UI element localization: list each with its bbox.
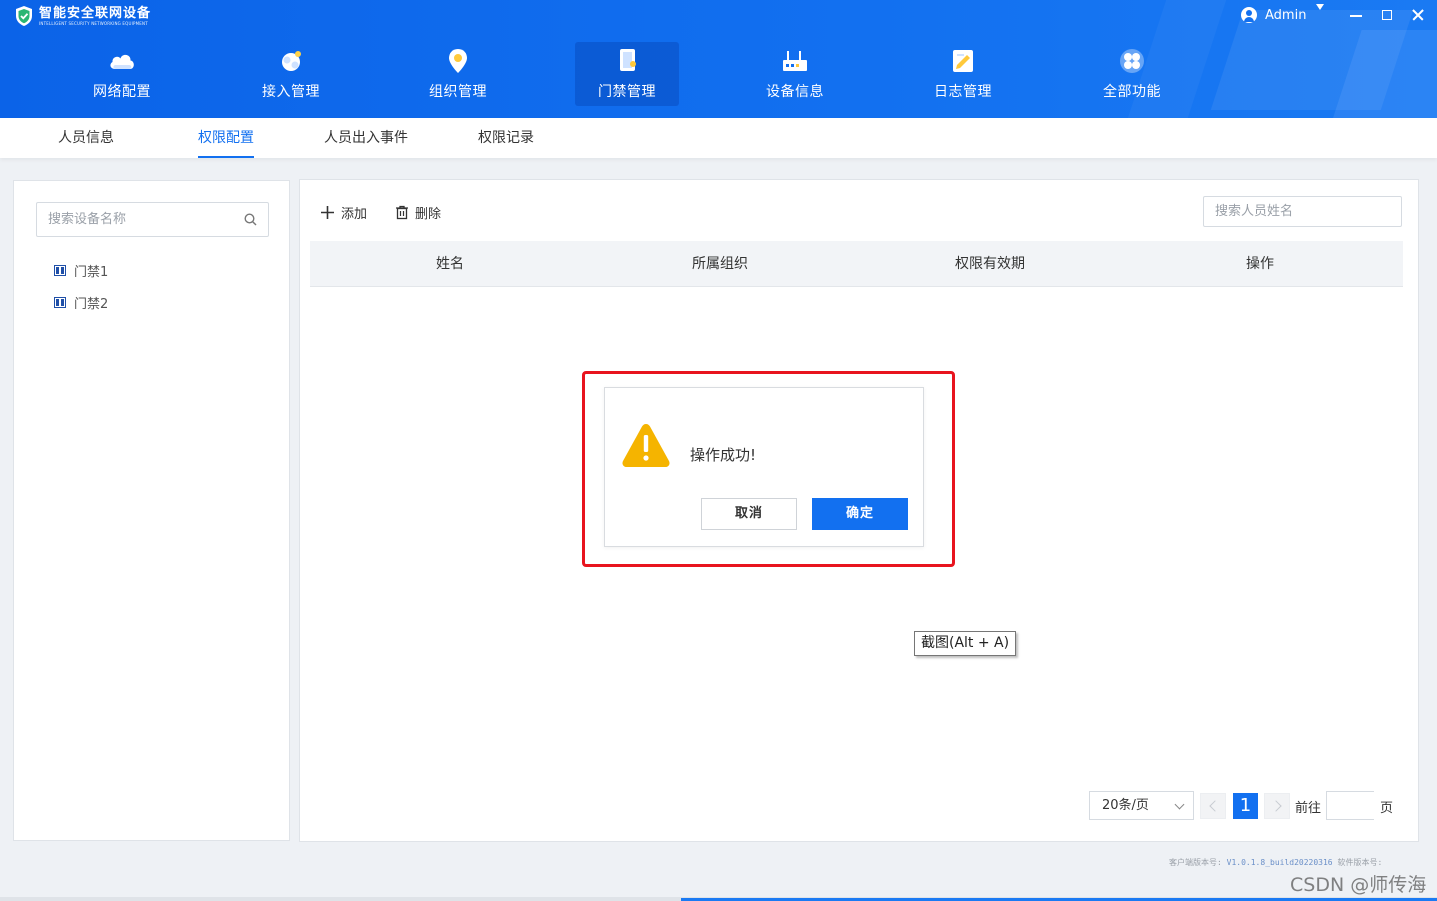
tree-item-label: 门禁2 <box>74 296 109 312</box>
page-suffix-label: 页 <box>1380 801 1394 816</box>
search-icon[interactable] <box>244 213 257 226</box>
maximize-button[interactable] <box>1379 7 1395 23</box>
nav-item-device-info[interactable]: 设备信息 <box>743 42 847 106</box>
dialog-message: 操作成功! <box>690 446 757 464</box>
client-version-label: 客户端版本号: <box>1169 858 1222 867</box>
cancel-button[interactable]: 取消 <box>701 498 797 530</box>
nav-label: 全部功能 <box>1103 84 1161 100</box>
app-subtitle: INTELLIGENT SECURITY NETWORKING EQUIPMEN… <box>39 21 148 26</box>
tab-permission-records[interactable]: 权限记录 <box>478 118 534 158</box>
add-button-label: 添加 <box>341 206 368 222</box>
user-name: Admin <box>1265 7 1307 23</box>
table-header: 姓名 所属组织 权限有效期 操作 <box>310 241 1403 287</box>
nav-label: 接入管理 <box>262 84 320 100</box>
app-title: 智能安全联网设备 <box>39 6 152 21</box>
add-button[interactable]: 添加 <box>320 203 368 222</box>
nav-label: 设备信息 <box>766 84 824 100</box>
access-icon <box>282 51 301 71</box>
user-avatar-icon <box>1241 7 1257 23</box>
goto-label: 前往 <box>1295 801 1322 816</box>
nav-item-door-access[interactable]: 门禁管理 <box>575 42 679 106</box>
brand: 智能安全联网设备 INTELLIGENT SECURITY NETWORKING… <box>14 5 151 27</box>
door-access-icon <box>620 49 636 71</box>
tab-access-events[interactable]: 人员出入事件 <box>324 118 408 158</box>
nav-label: 日志管理 <box>934 84 992 100</box>
column-header-org[interactable]: 所属组织 <box>585 241 855 287</box>
warning-icon <box>622 424 670 467</box>
nav-label: 网络配置 <box>93 84 151 100</box>
minimize-button[interactable] <box>1348 7 1364 23</box>
app-header: 智能安全联网设备 INTELLIGENT SECURITY NETWORKING… <box>0 0 1437 118</box>
page-size-value: 20条/页 <box>1102 798 1149 813</box>
goto-page-field <box>1326 791 1375 820</box>
trash-icon <box>396 205 408 219</box>
location-pin-icon <box>449 49 467 73</box>
device-icon <box>783 51 807 71</box>
apps-icon <box>1120 49 1144 73</box>
tree-item-label: 门禁1 <box>74 264 109 280</box>
nav-item-log-management[interactable]: 日志管理 <box>911 42 1015 106</box>
sub-tabs: 人员信息 权限配置 人员出入事件 权限记录 <box>0 118 1437 158</box>
client-version: V1.0.1.8_build20220316 <box>1226 858 1333 867</box>
column-header-name[interactable]: 姓名 <box>315 241 585 287</box>
person-search <box>1203 196 1402 227</box>
device-tree-panel: 门禁1 门禁2 <box>13 180 290 841</box>
confirm-dialog: 操作成功! 取消 确定 <box>604 387 924 547</box>
watermark: CSDN @师传海 <box>1290 874 1427 896</box>
prev-page-button[interactable] <box>1200 793 1226 819</box>
user-menu[interactable]: Admin <box>1241 7 1306 23</box>
page-size-select[interactable]: 20条/页 <box>1089 791 1194 820</box>
tab-permission-config[interactable]: 权限配置 <box>198 118 254 158</box>
software-version-label: 软件版本号: <box>1337 858 1383 867</box>
next-page-button[interactable] <box>1264 793 1290 819</box>
chevron-down-icon <box>1174 799 1185 810</box>
log-icon <box>953 50 973 72</box>
device-search <box>36 202 269 237</box>
version-info: 客户端版本号: V1.0.1.8_build20220316 软件版本号: <box>1169 857 1382 868</box>
page-number-current[interactable]: 1 <box>1233 793 1258 819</box>
door-icon <box>54 296 66 308</box>
ok-button[interactable]: 确定 <box>812 498 908 530</box>
nav-item-access-management[interactable]: 接入管理 <box>239 42 343 106</box>
column-header-validity[interactable]: 权限有效期 <box>855 241 1125 287</box>
nav-label: 门禁管理 <box>598 84 656 100</box>
person-search-input[interactable] <box>1204 197 1395 226</box>
tab-personnel-info[interactable]: 人员信息 <box>58 118 114 158</box>
nav-item-org-management[interactable]: 组织管理 <box>406 42 510 106</box>
plus-icon <box>321 205 334 219</box>
nav-item-all-functions[interactable]: 全部功能 <box>1080 42 1184 106</box>
delete-button-label: 删除 <box>415 206 442 222</box>
tree-item-door1[interactable]: 门禁1 <box>54 261 109 280</box>
device-search-input[interactable] <box>37 203 238 236</box>
nav-label: 组织管理 <box>429 84 487 100</box>
tree-item-door2[interactable]: 门禁2 <box>54 293 109 312</box>
caret-down-icon[interactable] <box>1316 4 1324 10</box>
door-icon <box>54 264 66 276</box>
close-button[interactable] <box>1410 7 1426 23</box>
delete-button[interactable]: 删除 <box>395 203 442 222</box>
shield-logo-icon <box>16 6 32 26</box>
goto-page-input[interactable] <box>1327 792 1375 819</box>
screenshot-tooltip: 截图(Alt + A) <box>914 631 1017 656</box>
nav-item-network-config[interactable]: 网络配置 <box>70 42 174 106</box>
cloud-icon <box>110 54 134 69</box>
column-header-actions[interactable]: 操作 <box>1125 241 1395 287</box>
